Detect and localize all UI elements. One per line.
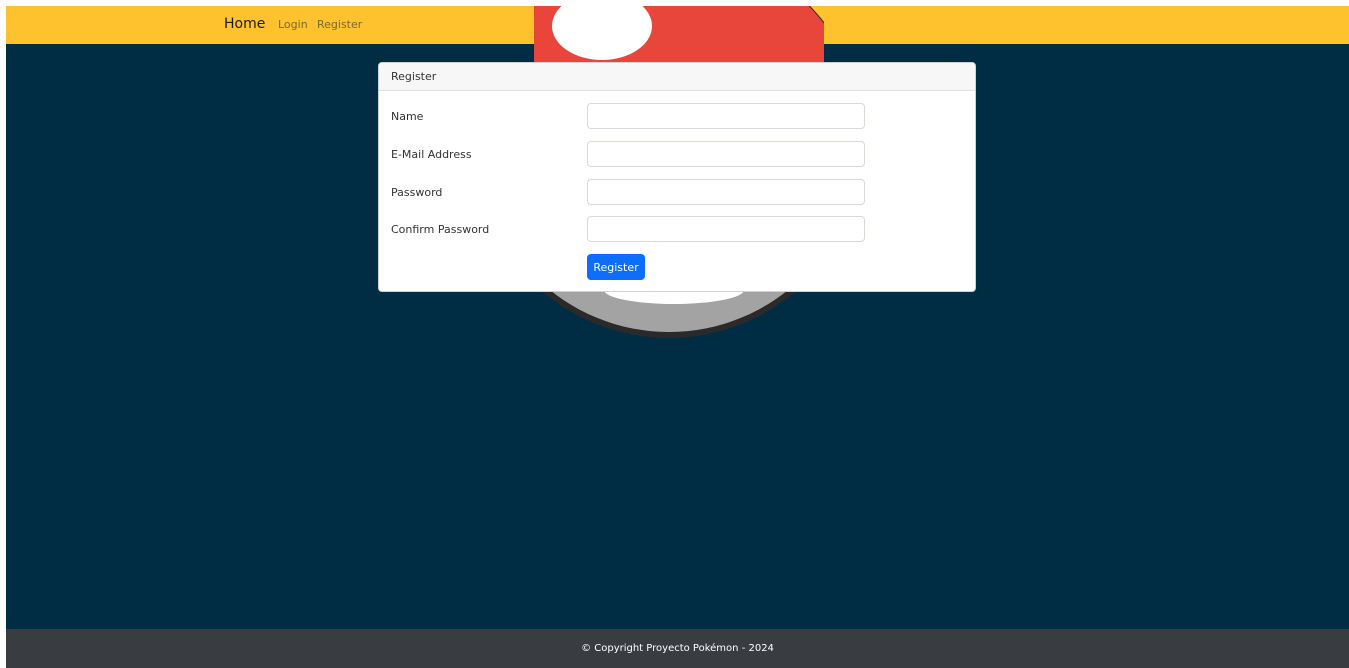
name-input[interactable] xyxy=(587,103,865,129)
register-card: Register Name E-Mail Address Password Co… xyxy=(378,62,976,292)
email-label: E-Mail Address xyxy=(391,148,472,161)
name-row: Name xyxy=(379,103,975,131)
confirm-password-row: Confirm Password xyxy=(379,216,975,244)
app-frame: Home Login Register Register Name E-Mail… xyxy=(6,6,1349,668)
email-input[interactable] xyxy=(587,141,865,167)
password-label: Password xyxy=(391,186,443,199)
footer: © Copyright Proyecto Pokémon - 2024 xyxy=(6,629,1349,668)
password-input[interactable] xyxy=(587,179,865,205)
nav-login-link[interactable]: Login xyxy=(278,18,308,31)
register-button[interactable]: Register xyxy=(587,254,645,280)
card-title: Register xyxy=(379,63,975,91)
password-row: Password xyxy=(379,179,975,207)
footer-copyright: © Copyright Proyecto Pokémon - 2024 xyxy=(581,643,774,654)
confirm-password-label: Confirm Password xyxy=(391,223,490,236)
nav-home-link[interactable]: Home xyxy=(224,16,265,32)
confirm-password-input[interactable] xyxy=(587,216,865,242)
name-label: Name xyxy=(391,110,424,123)
email-row: E-Mail Address xyxy=(379,141,975,169)
nav-register-link[interactable]: Register xyxy=(317,18,362,31)
